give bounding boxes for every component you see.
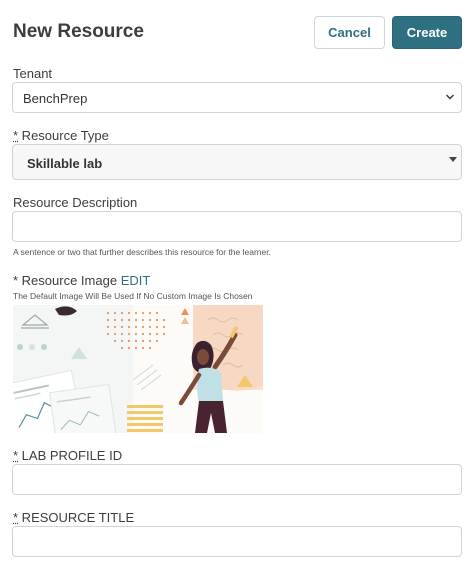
resource-type-value: Skillable lab — [27, 156, 103, 171]
lab-profile-label: * LAB PROFILE ID — [13, 448, 122, 463]
resource-image — [13, 305, 263, 433]
resource-type-label: * Resource Type — [13, 128, 109, 143]
lab-profile-label-text: LAB PROFILE ID — [18, 448, 123, 463]
cancel-button[interactable]: Cancel — [314, 16, 385, 49]
edit-image-link[interactable]: EDIT — [121, 273, 151, 288]
tenant-select[interactable]: BenchPrep — [12, 82, 462, 113]
form-header: New Resource Cancel Create — [13, 16, 462, 50]
lab-profile-id-input[interactable] — [12, 464, 462, 495]
create-button[interactable]: Create — [392, 16, 462, 49]
tenant-value: BenchPrep — [23, 91, 88, 106]
resource-type-select[interactable]: Skillable lab — [12, 144, 462, 180]
image-hint: The Default Image Will Be Used If No Cus… — [13, 291, 253, 301]
resource-title-label-text: RESOURCE TITLE — [18, 510, 135, 525]
description-input[interactable] — [12, 211, 462, 242]
resource-image-label: * Resource Image EDIT — [13, 273, 150, 288]
resource-image-label-text: * Resource Image — [13, 273, 118, 288]
description-hint: A sentence or two that further describes… — [13, 247, 271, 257]
default-resource-illustration — [13, 305, 263, 433]
description-label: Resource Description — [13, 195, 138, 210]
resource-title-label: * RESOURCE TITLE — [13, 510, 134, 525]
resource-title-input[interactable] — [12, 526, 462, 557]
page-title: New Resource — [13, 21, 144, 42]
resource-type-label-text: Resource Type — [18, 128, 109, 143]
caret-down-icon — [449, 157, 457, 162]
tenant-label: Tenant — [13, 66, 53, 81]
chevron-down-icon — [446, 94, 454, 100]
